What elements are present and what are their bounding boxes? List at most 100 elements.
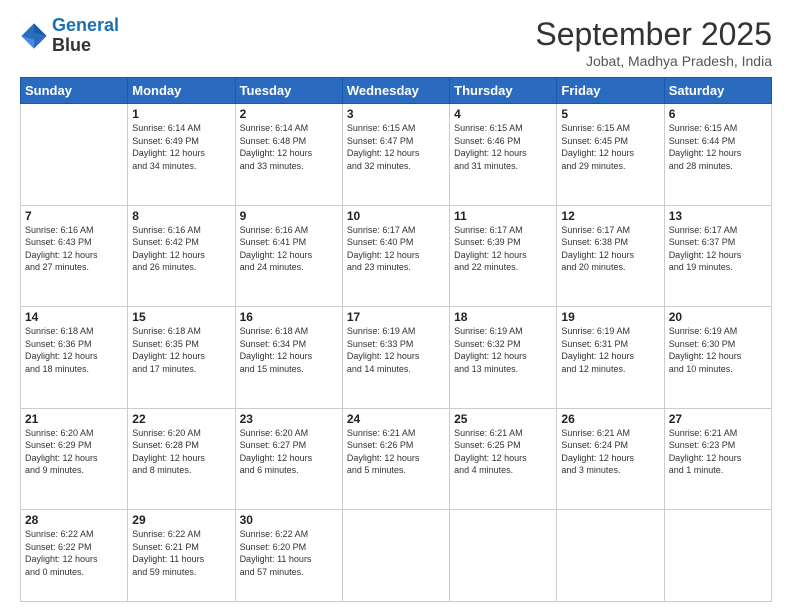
- day-number: 15: [132, 310, 230, 324]
- calendar-cell: 12Sunrise: 6:17 AM Sunset: 6:38 PM Dayli…: [557, 205, 664, 307]
- calendar-cell: 6Sunrise: 6:15 AM Sunset: 6:44 PM Daylig…: [664, 104, 771, 206]
- calendar-cell: 3Sunrise: 6:15 AM Sunset: 6:47 PM Daylig…: [342, 104, 449, 206]
- calendar-header-row: SundayMondayTuesdayWednesdayThursdayFrid…: [21, 78, 772, 104]
- calendar-cell: 11Sunrise: 6:17 AM Sunset: 6:39 PM Dayli…: [450, 205, 557, 307]
- header: General Blue September 2025 Jobat, Madhy…: [20, 16, 772, 69]
- calendar-cell: 22Sunrise: 6:20 AM Sunset: 6:28 PM Dayli…: [128, 408, 235, 510]
- calendar-cell: [21, 104, 128, 206]
- col-header-wednesday: Wednesday: [342, 78, 449, 104]
- calendar-cell: 25Sunrise: 6:21 AM Sunset: 6:25 PM Dayli…: [450, 408, 557, 510]
- day-info: Sunrise: 6:19 AM Sunset: 6:31 PM Dayligh…: [561, 325, 659, 375]
- day-info: Sunrise: 6:16 AM Sunset: 6:42 PM Dayligh…: [132, 224, 230, 274]
- calendar-cell: 24Sunrise: 6:21 AM Sunset: 6:26 PM Dayli…: [342, 408, 449, 510]
- logo: General Blue: [20, 16, 119, 56]
- day-number: 20: [669, 310, 767, 324]
- day-number: 21: [25, 412, 123, 426]
- calendar-cell: 26Sunrise: 6:21 AM Sunset: 6:24 PM Dayli…: [557, 408, 664, 510]
- calendar-cell: 5Sunrise: 6:15 AM Sunset: 6:45 PM Daylig…: [557, 104, 664, 206]
- calendar-cell: 7Sunrise: 6:16 AM Sunset: 6:43 PM Daylig…: [21, 205, 128, 307]
- calendar-cell: 8Sunrise: 6:16 AM Sunset: 6:42 PM Daylig…: [128, 205, 235, 307]
- day-info: Sunrise: 6:16 AM Sunset: 6:41 PM Dayligh…: [240, 224, 338, 274]
- day-number: 8: [132, 209, 230, 223]
- calendar-cell: 15Sunrise: 6:18 AM Sunset: 6:35 PM Dayli…: [128, 307, 235, 409]
- day-info: Sunrise: 6:18 AM Sunset: 6:34 PM Dayligh…: [240, 325, 338, 375]
- day-info: Sunrise: 6:15 AM Sunset: 6:46 PM Dayligh…: [454, 122, 552, 172]
- day-number: 5: [561, 107, 659, 121]
- day-number: 17: [347, 310, 445, 324]
- day-number: 2: [240, 107, 338, 121]
- day-info: Sunrise: 6:21 AM Sunset: 6:23 PM Dayligh…: [669, 427, 767, 477]
- calendar-cell: 9Sunrise: 6:16 AM Sunset: 6:41 PM Daylig…: [235, 205, 342, 307]
- calendar-cell: 29Sunrise: 6:22 AM Sunset: 6:21 PM Dayli…: [128, 510, 235, 602]
- day-number: 7: [25, 209, 123, 223]
- day-number: 27: [669, 412, 767, 426]
- calendar-cell: [450, 510, 557, 602]
- calendar-cell: [342, 510, 449, 602]
- day-info: Sunrise: 6:19 AM Sunset: 6:32 PM Dayligh…: [454, 325, 552, 375]
- day-number: 30: [240, 513, 338, 527]
- day-number: 6: [669, 107, 767, 121]
- day-info: Sunrise: 6:14 AM Sunset: 6:48 PM Dayligh…: [240, 122, 338, 172]
- day-number: 23: [240, 412, 338, 426]
- week-row-3: 21Sunrise: 6:20 AM Sunset: 6:29 PM Dayli…: [21, 408, 772, 510]
- day-info: Sunrise: 6:16 AM Sunset: 6:43 PM Dayligh…: [25, 224, 123, 274]
- calendar-cell: 1Sunrise: 6:14 AM Sunset: 6:49 PM Daylig…: [128, 104, 235, 206]
- col-header-monday: Monday: [128, 78, 235, 104]
- col-header-thursday: Thursday: [450, 78, 557, 104]
- day-info: Sunrise: 6:20 AM Sunset: 6:27 PM Dayligh…: [240, 427, 338, 477]
- day-number: 10: [347, 209, 445, 223]
- day-number: 19: [561, 310, 659, 324]
- calendar-cell: 16Sunrise: 6:18 AM Sunset: 6:34 PM Dayli…: [235, 307, 342, 409]
- logo-general: General: [52, 15, 119, 35]
- week-row-0: 1Sunrise: 6:14 AM Sunset: 6:49 PM Daylig…: [21, 104, 772, 206]
- col-header-tuesday: Tuesday: [235, 78, 342, 104]
- day-number: 18: [454, 310, 552, 324]
- day-number: 14: [25, 310, 123, 324]
- day-number: 26: [561, 412, 659, 426]
- day-number: 24: [347, 412, 445, 426]
- day-number: 12: [561, 209, 659, 223]
- calendar-cell: 17Sunrise: 6:19 AM Sunset: 6:33 PM Dayli…: [342, 307, 449, 409]
- day-info: Sunrise: 6:17 AM Sunset: 6:37 PM Dayligh…: [669, 224, 767, 274]
- calendar-cell: 21Sunrise: 6:20 AM Sunset: 6:29 PM Dayli…: [21, 408, 128, 510]
- day-info: Sunrise: 6:17 AM Sunset: 6:38 PM Dayligh…: [561, 224, 659, 274]
- day-info: Sunrise: 6:15 AM Sunset: 6:45 PM Dayligh…: [561, 122, 659, 172]
- day-info: Sunrise: 6:17 AM Sunset: 6:39 PM Dayligh…: [454, 224, 552, 274]
- day-number: 11: [454, 209, 552, 223]
- calendar-cell: 19Sunrise: 6:19 AM Sunset: 6:31 PM Dayli…: [557, 307, 664, 409]
- logo-blue: Blue: [52, 36, 119, 56]
- calendar-cell: 2Sunrise: 6:14 AM Sunset: 6:48 PM Daylig…: [235, 104, 342, 206]
- day-info: Sunrise: 6:22 AM Sunset: 6:20 PM Dayligh…: [240, 528, 338, 578]
- logo-text: General Blue: [52, 16, 119, 56]
- location: Jobat, Madhya Pradesh, India: [535, 53, 772, 69]
- day-number: 3: [347, 107, 445, 121]
- day-number: 22: [132, 412, 230, 426]
- day-info: Sunrise: 6:18 AM Sunset: 6:36 PM Dayligh…: [25, 325, 123, 375]
- day-info: Sunrise: 6:18 AM Sunset: 6:35 PM Dayligh…: [132, 325, 230, 375]
- week-row-1: 7Sunrise: 6:16 AM Sunset: 6:43 PM Daylig…: [21, 205, 772, 307]
- day-info: Sunrise: 6:21 AM Sunset: 6:26 PM Dayligh…: [347, 427, 445, 477]
- col-header-friday: Friday: [557, 78, 664, 104]
- calendar-cell: 30Sunrise: 6:22 AM Sunset: 6:20 PM Dayli…: [235, 510, 342, 602]
- calendar-table: SundayMondayTuesdayWednesdayThursdayFrid…: [20, 77, 772, 602]
- day-info: Sunrise: 6:22 AM Sunset: 6:21 PM Dayligh…: [132, 528, 230, 578]
- day-info: Sunrise: 6:20 AM Sunset: 6:28 PM Dayligh…: [132, 427, 230, 477]
- week-row-4: 28Sunrise: 6:22 AM Sunset: 6:22 PM Dayli…: [21, 510, 772, 602]
- calendar-cell: 4Sunrise: 6:15 AM Sunset: 6:46 PM Daylig…: [450, 104, 557, 206]
- day-info: Sunrise: 6:19 AM Sunset: 6:33 PM Dayligh…: [347, 325, 445, 375]
- page: General Blue September 2025 Jobat, Madhy…: [0, 0, 792, 612]
- month-title: September 2025: [535, 16, 772, 53]
- col-header-saturday: Saturday: [664, 78, 771, 104]
- day-info: Sunrise: 6:17 AM Sunset: 6:40 PM Dayligh…: [347, 224, 445, 274]
- calendar-cell: 14Sunrise: 6:18 AM Sunset: 6:36 PM Dayli…: [21, 307, 128, 409]
- calendar-cell: 20Sunrise: 6:19 AM Sunset: 6:30 PM Dayli…: [664, 307, 771, 409]
- calendar-cell: 27Sunrise: 6:21 AM Sunset: 6:23 PM Dayli…: [664, 408, 771, 510]
- day-number: 1: [132, 107, 230, 121]
- day-info: Sunrise: 6:14 AM Sunset: 6:49 PM Dayligh…: [132, 122, 230, 172]
- calendar-cell: 28Sunrise: 6:22 AM Sunset: 6:22 PM Dayli…: [21, 510, 128, 602]
- calendar-cell: 13Sunrise: 6:17 AM Sunset: 6:37 PM Dayli…: [664, 205, 771, 307]
- day-info: Sunrise: 6:22 AM Sunset: 6:22 PM Dayligh…: [25, 528, 123, 578]
- calendar-cell: [664, 510, 771, 602]
- day-info: Sunrise: 6:20 AM Sunset: 6:29 PM Dayligh…: [25, 427, 123, 477]
- day-number: 28: [25, 513, 123, 527]
